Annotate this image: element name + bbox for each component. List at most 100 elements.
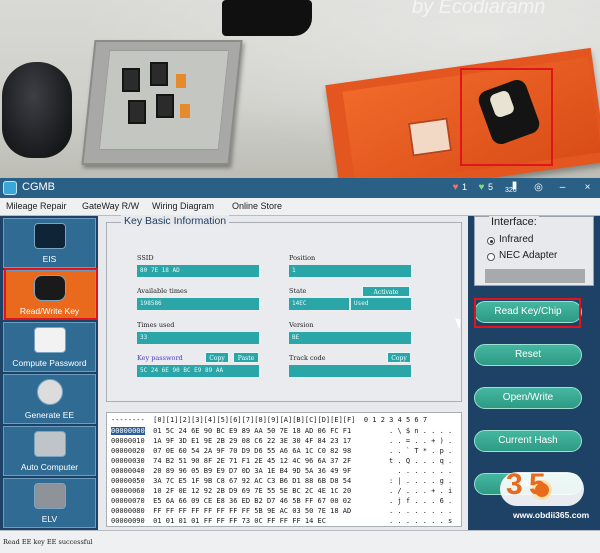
hex-bytes: 1A 9F 3D E1 9E 2B 29 08 C6 22 3E 30 4F 8… [153,437,352,445]
status-bar: Read EE key EE successful [0,530,600,553]
hex-gap [145,487,153,495]
sidebar: EIS Read/Write Key Compute Password Gene… [0,216,98,530]
key-password-label: Key password [137,354,183,362]
position-label: Position [289,254,316,262]
reset-button[interactable]: Reset [474,344,582,366]
available-times-field[interactable]: 198586 [137,298,259,310]
hex-bytes: FF FF FF FF FF FF FF FF 5B 9E AC 03 50 7… [153,507,352,515]
stat-count-1: 1 [462,182,468,192]
stat-count-2: 5 [488,182,494,192]
watermark-logo: 3 5 [500,468,590,508]
hex-row[interactable]: 00000080 FF FF FF FF FF FF FF FF 5B 9E A… [111,506,351,516]
watermark-url: www.obdii365.com [513,510,590,520]
app-logo-icon [3,181,17,195]
menu-mileage-repair[interactable]: Mileage Repair [6,201,67,211]
hex-row[interactable]: 00000020 07 0E 60 54 2A 9F 70 D9 D6 55 A… [111,446,351,456]
menu-wiring-diagram[interactable]: Wiring Diagram [152,201,214,211]
monitor-icon [34,327,66,353]
activate-button[interactable]: Activate [362,286,410,297]
state-label: State [289,287,307,295]
hex-bytes: E5 6A 66 09 CE E8 36 ED B2 D7 46 5B FF 6… [153,497,352,505]
hex-row[interactable]: 00000000 01 5C 24 6E 90 BC E9 89 AA 50 7… [111,426,351,436]
hex-ascii: . . = . . + ) . [389,437,453,445]
sidebar-item-label: ELV [41,514,58,524]
ssid-field[interactable]: 80 7E 18 AD [137,265,259,277]
state-used-field[interactable]: Used [351,298,411,310]
sidebar-item-label: Auto Computer [20,462,79,472]
globe-icon[interactable]: ◎ [533,182,544,193]
hex-address: 00000040 [111,467,145,475]
logo-text: 3 5 [506,468,546,501]
hex-row[interactable]: 00000070 E5 6A 66 09 CE E8 36 ED B2 D7 4… [111,496,351,506]
version-field[interactable]: BE [289,332,411,344]
hex-bytes: 74 B2 51 90 8F 2E 71 F1 2E 45 12 4C 96 6… [153,457,352,465]
sidebar-item-elv[interactable]: ELV [3,478,96,528]
hex-row[interactable]: 00000030 74 B2 51 90 8F 2E 71 F1 2E 45 1… [111,456,351,466]
nec-adapter-radio[interactable] [487,253,495,261]
main-content: Key Basic Information SSID 80 7E 18 AD P… [98,215,468,530]
current-hash-button[interactable]: Current Hash [474,430,582,452]
read-write-key-highlight [4,268,98,320]
infrared-label: Infrared [499,234,534,245]
hex-ascii: . . ` T * . p . [389,447,453,455]
menu-online-store[interactable]: Online Store [232,201,282,211]
status-text: Read EE key EE successful [3,538,93,546]
sidebar-item-generate-ee[interactable]: Generate EE [3,374,96,424]
times-used-field[interactable]: 33 [137,332,259,344]
relay [180,104,190,118]
menu-gateway-rw[interactable]: GateWay R/W [82,201,139,211]
read-key-chip-highlight [474,298,581,328]
hex-header: -------- [0][1][2][3][4][5][6][7][8][9][… [111,416,428,424]
relay [122,68,140,92]
hex-ascii: . \ $ n . . . . [389,427,453,435]
hex-bytes: 01 5C 24 6E 90 BC E9 89 AA 50 7E 18 AD 0… [153,427,352,435]
hex-gap [145,507,153,515]
hex-editor[interactable]: -------- [0][1][2][3][4][5][6][7][8][9][… [106,412,462,527]
sidebar-item-auto-computer[interactable]: Auto Computer [3,426,96,476]
position-field[interactable]: 1 [289,265,411,277]
open-write-button[interactable]: Open/Write [474,387,582,409]
hex-row[interactable]: 00000010 1A 9F 3D E1 9E 2B 29 08 C6 22 3… [111,436,351,446]
hex-address: 00000030 [111,457,145,465]
minimize-icon[interactable]: – [557,182,568,193]
hex-gap [145,477,153,485]
hex-address: 00000050 [111,477,145,485]
hex-address: 00000090 [111,517,145,525]
track-code-label: Track code [289,354,326,362]
key-password-field[interactable]: 5C 24 6E 90 BC E9 89 AA [137,365,259,377]
paste-button[interactable]: Paste [233,352,259,363]
hex-address: 00000070 [111,497,145,505]
hex-address: 00000010 [111,437,145,445]
nec-adapter-label: NEC Adapter [499,250,558,261]
interface-status-bar [485,269,585,283]
relay [156,94,174,118]
hex-row[interactable]: 00000090 01 01 01 01 FF FF FF 73 0C FF F… [111,516,326,526]
hex-gap [145,497,153,505]
title-bar: CGMB ♥ 1 ♥ 5 ▮ 326 ◎ – × [0,178,600,198]
hex-address: 00000080 [111,507,145,515]
hex-ascii: : | . . . . g . [389,477,453,485]
hex-row[interactable]: 00000060 10 2F 0E 12 92 2B D9 69 7E 55 5… [111,486,351,496]
computer-mouse [2,62,72,158]
state-field[interactable]: 14EC [289,298,349,310]
hex-bytes: 01 01 01 01 FF FF FF 73 0C FF FF FF 14 E… [153,517,326,525]
hex-ascii: . / . . . + . i [389,487,453,495]
copy-button[interactable]: Copy [205,352,229,363]
track-code-field[interactable] [289,365,411,377]
hex-bytes: 10 2F 0E 12 92 2B D9 69 7E 55 5E BC 2C 4… [153,487,352,495]
ssid-label: SSID [137,254,154,262]
hex-gap [145,427,153,435]
close-icon[interactable]: × [582,182,593,193]
hex-row[interactable]: 00000050 3A 7C E5 1F 9B C8 67 92 AC C3 B… [111,476,351,486]
ecu-icon [34,431,66,457]
sidebar-item-label: EIS [42,254,57,264]
hex-row[interactable]: 00000040 20 89 96 05 B9 E9 D7 0D 3A 1E B… [111,466,351,476]
sidebar-item-compute-password[interactable]: Compute Password [3,322,96,372]
key-highlight-frame [460,68,553,166]
infrared-radio[interactable] [487,237,495,245]
hex-gap [145,517,153,525]
key-basic-information-panel: Key Basic Information SSID 80 7E 18 AD P… [106,215,462,402]
copy-track-code-button[interactable]: Copy [387,352,411,363]
sidebar-item-eis[interactable]: EIS [3,218,96,268]
hex-gap [145,437,153,445]
